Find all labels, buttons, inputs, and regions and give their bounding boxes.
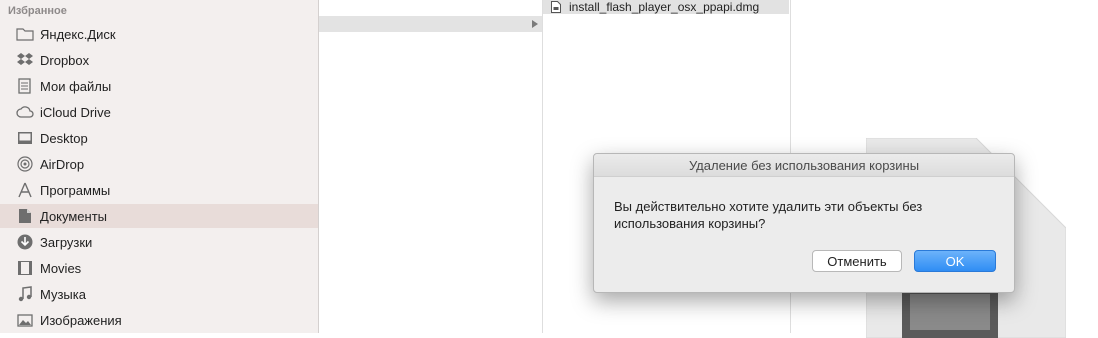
all-files-icon — [16, 77, 34, 95]
movies-icon — [16, 259, 34, 277]
music-icon — [16, 285, 34, 303]
sidebar-item-dropbox[interactable]: Dropbox — [0, 48, 318, 72]
documents-icon — [16, 207, 34, 225]
selected-folder-row[interactable] — [319, 16, 542, 32]
desktop-icon — [16, 129, 34, 147]
sidebar-item-yandex-disk[interactable]: Яндекс.Диск — [0, 22, 318, 46]
sidebar-item-label: Музыка — [40, 286, 86, 302]
ok-button[interactable]: OK — [914, 250, 996, 272]
sidebar-item-airdrop[interactable]: AirDrop — [0, 152, 318, 176]
applications-icon — [16, 181, 34, 199]
pictures-icon — [16, 311, 34, 329]
airdrop-icon — [16, 155, 34, 173]
disclosure-arrow-icon — [532, 20, 538, 28]
sidebar-item-downloads[interactable]: Загрузки — [0, 230, 318, 254]
dialog-message: Вы действительно хотите удалить эти объе… — [614, 198, 994, 232]
sidebar-header-favorites: Избранное — [8, 5, 67, 17]
sidebar-item-label: Загрузки — [40, 234, 93, 250]
cancel-button[interactable]: Отменить — [812, 250, 902, 272]
sidebar-item-movies[interactable]: Movies — [0, 256, 318, 280]
file-name: install_flash_player_osx_ppapi.dmg — [569, 0, 760, 14]
delete-confirm-dialog: Удаление без использования корзины Вы де… — [593, 153, 1015, 293]
folder-icon — [16, 25, 34, 43]
dropbox-icon — [16, 51, 34, 69]
sidebar-item-label: Программы — [40, 182, 111, 198]
sidebar-item-icloud-drive[interactable]: iCloud Drive — [0, 100, 318, 124]
sidebar-item-label: iCloud Drive — [40, 104, 111, 120]
sidebar-item-label: Документы — [40, 208, 108, 224]
sidebar-item-music[interactable]: Музыка — [0, 282, 318, 306]
sidebar: Избранное Яндекс.Диск Dropbox Мои файлы … — [0, 0, 319, 333]
dialog-message-line-2: использования корзины? — [614, 216, 766, 231]
sidebar-item-label: Movies — [40, 260, 82, 276]
sidebar-item-label: Мои файлы — [40, 78, 112, 94]
sidebar-item-applications[interactable]: Программы — [0, 178, 318, 202]
browser-column-1[interactable] — [319, 0, 543, 333]
dmg-file-icon — [551, 1, 561, 13]
downloads-icon — [16, 233, 34, 251]
sidebar-item-pictures[interactable]: Изображения — [0, 308, 318, 332]
sidebar-item-label: Яндекс.Диск — [40, 26, 116, 42]
sidebar-item-desktop[interactable]: Desktop — [0, 126, 318, 150]
cloud-icon — [16, 103, 34, 121]
dialog-title: Удаление без использования корзины — [594, 154, 1014, 177]
sidebar-item-label: Изображения — [40, 312, 122, 328]
sidebar-item-label: Dropbox — [40, 52, 90, 68]
dialog-message-line-1: Вы действительно хотите удалить эти объе… — [614, 199, 923, 214]
sidebar-item-my-files[interactable]: Мои файлы — [0, 74, 318, 98]
sidebar-item-label: Desktop — [40, 130, 88, 146]
file-row-selected[interactable]: install_flash_player_osx_ppapi.dmg — [543, 0, 789, 14]
sidebar-item-label: AirDrop — [40, 156, 85, 172]
sidebar-item-documents[interactable]: Документы — [0, 204, 318, 228]
